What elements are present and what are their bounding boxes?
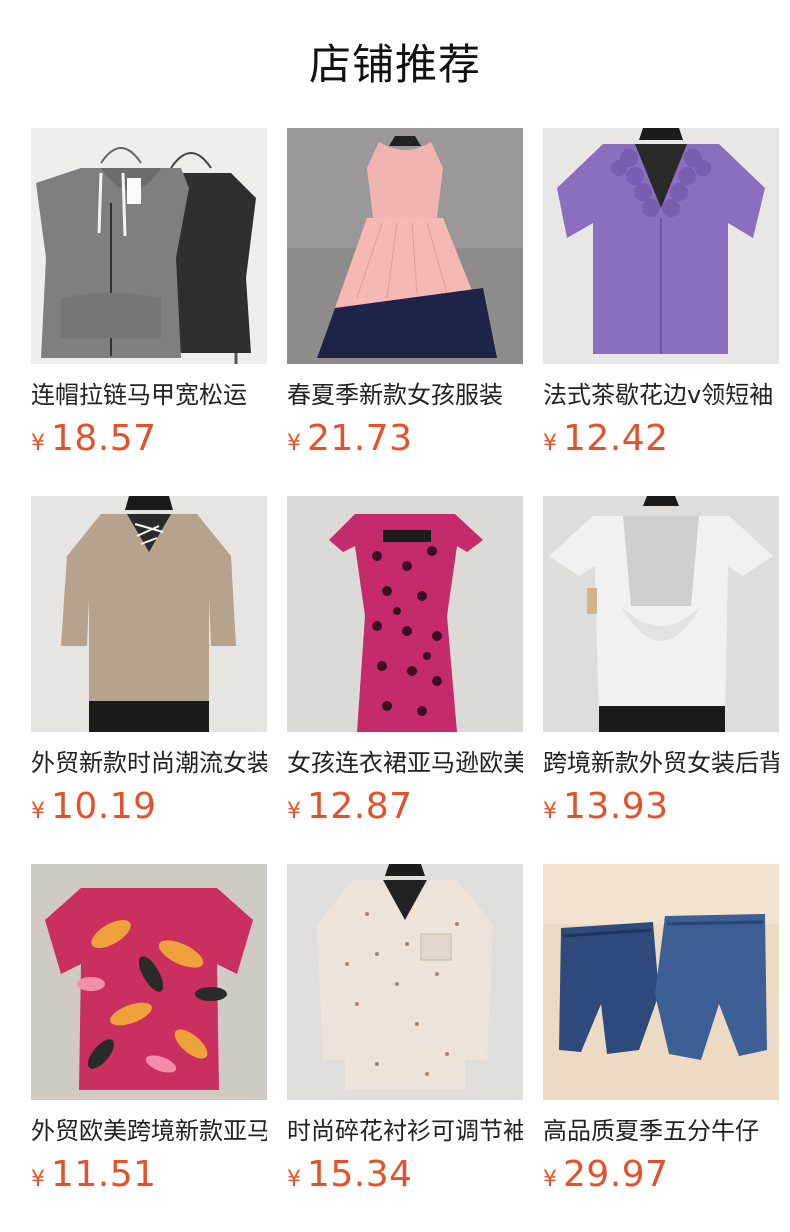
floral-blouse-icon — [31, 864, 267, 1100]
product-image[interactable] — [543, 864, 779, 1100]
product-image[interactable] — [287, 496, 523, 732]
product-image[interactable] — [287, 864, 523, 1100]
product-name[interactable]: 春夏季新款女孩服装 — [287, 378, 523, 412]
currency-symbol: ¥ — [543, 799, 557, 824]
product-price: ¥13.93 — [543, 784, 779, 830]
product-name[interactable]: 时尚碎花衬衫可调节袖 — [287, 1114, 523, 1148]
currency-symbol: ¥ — [31, 431, 45, 456]
product-grid: 连帽拉链马甲宽松运 ¥18.57 春夏季新款女孩服装 ¥ 21.73 法式茶歇花… — [31, 128, 779, 1232]
currency-symbol: ¥ — [31, 1167, 45, 1192]
product-image[interactable] — [31, 128, 267, 364]
store-recommendation-page: 店铺推荐 连帽拉链马甲宽松运 ¥ 18.57 春夏季新款女孩服装 ¥ 21.73… — [0, 0, 790, 1232]
currency-symbol: ¥ — [287, 431, 301, 456]
product-name[interactable]: 跨境新款外贸女装后背 — [543, 746, 779, 780]
price-amount: 15.34 — [307, 1154, 413, 1195]
product-name[interactable]: 连帽拉链马甲宽松运 — [31, 378, 267, 412]
product-name[interactable]: 外贸欧美跨境新款亚马 — [31, 1114, 267, 1148]
hooded-vest-icon — [31, 128, 267, 364]
product-image[interactable] — [543, 496, 779, 732]
leopard-dress-icon — [287, 496, 523, 732]
price-amount: 18.57 — [51, 418, 157, 459]
product-card[interactable]: 外贸欧美跨境新款亚马 ¥11.51 — [31, 864, 267, 1232]
product-name[interactable]: 高品质夏季五分牛仔 — [543, 1114, 779, 1148]
price-amount: 12.42 — [563, 418, 669, 459]
purple-ruffle-top-icon — [543, 128, 779, 364]
price-amount: 12.87 — [307, 786, 413, 827]
price-amount: 10.19 — [51, 786, 157, 827]
product-name[interactable]: 外贸新款时尚潮流女装 — [31, 746, 267, 780]
product-card[interactable]: 高品质夏季五分牛仔 ¥29.97 — [543, 864, 779, 1232]
page-title: 店铺推荐 — [308, 40, 481, 89]
product-image[interactable] — [31, 864, 267, 1100]
product-card[interactable]: 跨境新款外贸女装后背 ¥13.93 — [543, 496, 779, 864]
product-image[interactable] — [543, 128, 779, 364]
denim-shorts-icon — [543, 864, 779, 1100]
product-price: ¥10.19 — [31, 784, 267, 830]
product-price: ¥15.34 — [287, 1152, 523, 1198]
product-name[interactable]: 法式茶歇花边v领短袖 — [543, 378, 779, 412]
product-price: ¥21.73 — [287, 416, 523, 462]
product-price: ¥12.42 — [543, 416, 779, 462]
product-card[interactable]: 女孩连衣裙亚马逊欧美 ¥12.87 — [287, 496, 523, 864]
product-image[interactable] — [287, 128, 523, 364]
pink-navy-dress-icon — [287, 128, 523, 364]
product-price: ¥11.51 — [31, 1152, 267, 1198]
product-image[interactable] — [31, 496, 267, 732]
product-card[interactable]: 外贸新款时尚潮流女装 ¥10.19 — [31, 496, 267, 864]
product-card[interactable]: 时尚碎花衬衫可调节袖 ¥15.34 — [287, 864, 523, 1232]
currency-symbol: ¥ — [543, 431, 557, 456]
product-name[interactable]: 女孩连衣裙亚马逊欧美 — [287, 746, 523, 780]
currency-symbol: ¥ — [31, 799, 45, 824]
product-price: ¥18.57 — [31, 416, 267, 462]
price-amount: 29.97 — [563, 1154, 669, 1195]
product-price: ¥12.87 — [287, 784, 523, 830]
product-card[interactable]: 连帽拉链马甲宽松运 ¥18.57 — [31, 128, 267, 496]
currency-symbol: ¥ — [287, 799, 301, 824]
lace-up-sweater-icon — [31, 496, 267, 732]
currency-symbol: ¥ — [543, 1167, 557, 1192]
floral-shirt-icon — [287, 864, 523, 1100]
product-card[interactable]: 法式茶歇花边v领短袖 ¥12.42 — [543, 128, 779, 496]
lace-back-top-icon — [543, 496, 779, 732]
price-amount: 13.93 — [563, 786, 669, 827]
currency-symbol: ¥ — [287, 1167, 301, 1192]
product-price: ¥29.97 — [543, 1152, 779, 1198]
price-amount: 21.73 — [307, 418, 413, 459]
product-card[interactable]: 春夏季新款女孩服装 ¥21.73 — [287, 128, 523, 496]
price-amount: 11.51 — [51, 1154, 157, 1195]
